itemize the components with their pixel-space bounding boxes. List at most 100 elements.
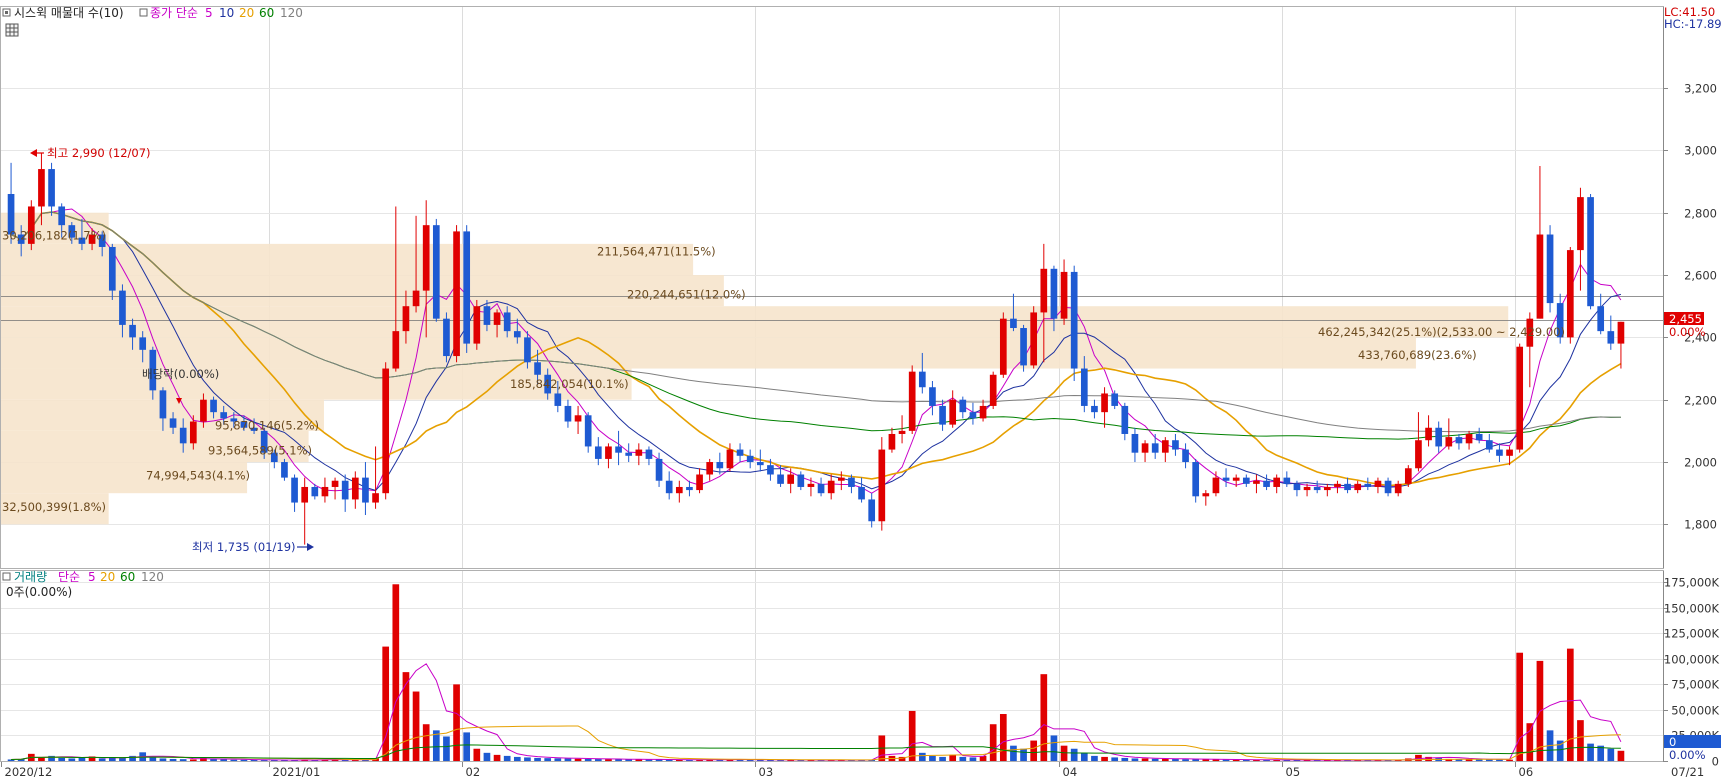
candle-body (918, 371, 926, 388)
volume-bar (1111, 757, 1119, 761)
candle-body (898, 430, 906, 434)
candle-body (513, 331, 521, 338)
volume-toggle-box[interactable] (2, 572, 11, 581)
volume-profile-label: 32,500,399(1.8%) (2, 500, 106, 514)
volume-ma-5: 5 (88, 570, 96, 584)
volume-bar (68, 758, 76, 761)
candle-body (1496, 449, 1503, 456)
candle-body (1242, 477, 1250, 484)
ma-toggle-box[interactable] (139, 8, 148, 17)
current-price-value: 2,455 (1669, 312, 1702, 326)
candle-body (645, 449, 653, 459)
grid-icon[interactable] (5, 23, 19, 37)
volume-bar (564, 758, 572, 761)
volume-bar (453, 684, 460, 761)
price-axis: 1,8002,0002,2002,4002,6002,8003,0003,200 (1663, 7, 1717, 568)
candle-body (402, 306, 410, 332)
candle-body (1394, 483, 1402, 494)
candle-body (878, 449, 886, 522)
volume-bar (1587, 743, 1594, 761)
candle-body (706, 462, 714, 475)
candle-body (584, 415, 592, 447)
volume-bar (483, 752, 491, 761)
volume-bar (1070, 748, 1078, 761)
volume-bar (534, 757, 541, 761)
candle-body (888, 433, 896, 450)
candle-body (1617, 321, 1625, 344)
volume-bar (392, 584, 400, 761)
volume-bar (463, 732, 471, 761)
volume-profile-bar (1, 337, 1416, 369)
price-tick-label: 2,600 (1684, 269, 1717, 283)
candle-body (1516, 346, 1524, 450)
volume-bar (1080, 752, 1088, 761)
price-tick-label: 2,200 (1684, 394, 1717, 408)
volume-bar (98, 758, 106, 761)
candle-body (453, 231, 460, 357)
volume-bar (169, 758, 177, 761)
volume-label: 거래량 (14, 570, 47, 584)
candle-body (1010, 318, 1017, 329)
volume-bar (1161, 758, 1169, 761)
candle-body (908, 371, 916, 431)
candle-body (1607, 331, 1615, 344)
volume-bar (503, 755, 511, 761)
candle-body (959, 399, 967, 413)
volume-tick-label: 175,000K (1664, 576, 1720, 590)
candle-body (1172, 440, 1179, 450)
candle-body (1354, 483, 1362, 491)
candle-body (1536, 234, 1544, 319)
candle-body (594, 446, 602, 459)
candle-body (38, 169, 45, 207)
candle-body (382, 368, 390, 494)
volume-bar (594, 759, 602, 761)
candle-body (200, 399, 207, 422)
high-label: 최고 2,990 (12/07) (47, 146, 151, 160)
candle-body (979, 405, 987, 419)
candle-body (969, 412, 977, 419)
volume-ma-120: 120 (141, 570, 164, 584)
candle-body (1404, 468, 1412, 484)
candle-body (412, 290, 420, 307)
candle-body (837, 477, 845, 481)
stock-chart[interactable]: 32,500,399(1.8%) 74,994,543(4.1%) 93,564,5… (0, 0, 1721, 779)
candle-body (1121, 405, 1129, 434)
candle-body (1435, 427, 1443, 447)
candle-body (767, 465, 774, 475)
candle-body (1182, 449, 1189, 463)
price-tick-label: 1,800 (1684, 518, 1717, 532)
candle-body (1587, 197, 1594, 307)
candle-body (1344, 483, 1351, 491)
volume-bar (1566, 648, 1574, 761)
candle-body (999, 318, 1007, 375)
candle-body (169, 418, 177, 428)
price-tick-label: 2,800 (1684, 207, 1717, 221)
candle-body (179, 427, 187, 444)
candle-body (1263, 480, 1270, 487)
candle-body (281, 462, 288, 478)
volume-bar (230, 759, 238, 761)
candle-body (341, 480, 349, 500)
volume-bar (1182, 759, 1189, 761)
volume-bar (513, 756, 521, 761)
candle-body (108, 246, 116, 291)
candle-body (331, 480, 339, 487)
candle-body (1030, 312, 1038, 366)
volume-bar (412, 691, 420, 761)
x-axis-strip (0, 762, 1721, 779)
volume-profile-bar (1, 306, 1509, 338)
ma-period-5: 5 (205, 6, 213, 20)
volume-bar (969, 757, 977, 761)
volume-bar (574, 758, 582, 761)
candle-body (392, 331, 400, 369)
current-price-badge: 2,455 0.00% (1664, 312, 1706, 339)
volume-bar (524, 757, 531, 761)
volume-bar (443, 736, 450, 761)
volume-bar (1091, 755, 1098, 761)
candle-body (635, 449, 643, 456)
candle-body (746, 455, 754, 463)
hc-readout: HC:-17.89 (1664, 17, 1721, 31)
ma-period-120: 120 (280, 6, 303, 20)
volume-bar (939, 756, 946, 761)
volume-bar (1131, 758, 1139, 761)
